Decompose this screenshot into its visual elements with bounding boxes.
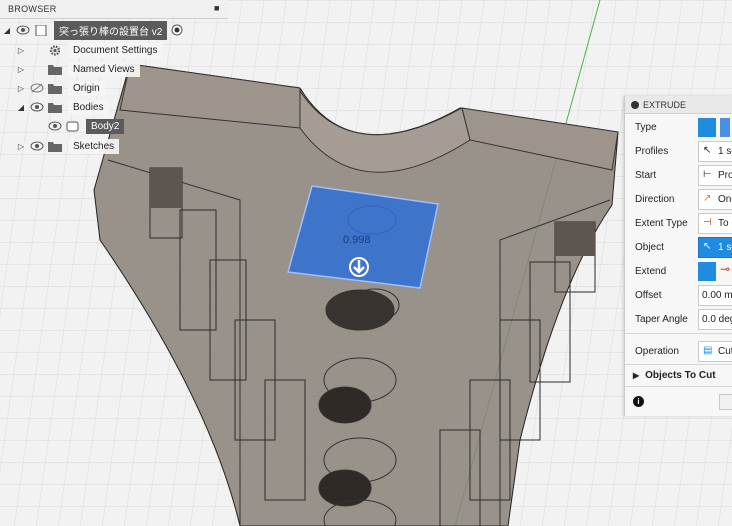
eye-icon[interactable] — [48, 121, 62, 131]
profiles-select[interactable]: ↖ 1 se — [698, 140, 732, 162]
extrude-title: EXTRUDE — [643, 99, 687, 110]
ok-button[interactable] — [719, 394, 732, 410]
row-label: Extend — [635, 265, 667, 277]
extrude-arrow-manipulator-icon[interactable] — [348, 256, 370, 278]
active-radio-icon[interactable] — [171, 24, 183, 36]
body-icon — [66, 121, 79, 131]
tree-item-bodies[interactable]: ◢ Bodies — [16, 99, 109, 115]
objects-to-cut-label: Objects To Cut — [645, 370, 716, 381]
offset-input[interactable]: 0.00 m — [698, 284, 732, 306]
extend-minimal-icon[interactable]: ⊸ — [720, 262, 730, 281]
row-object: Object ↖ 1 se — [625, 236, 732, 258]
tree-item-label: Body2 — [86, 118, 125, 134]
row-label: Object — [635, 241, 664, 253]
row-type: Type — [625, 116, 732, 138]
expand-down-icon[interactable]: ◢ — [2, 26, 12, 35]
tree-item-label: Document Settings — [68, 42, 163, 58]
offset-value: 0.00 m — [702, 289, 732, 301]
row-label: Taper Angle — [635, 313, 688, 325]
tree-item-named-views[interactable]: ▷ Named Views — [16, 61, 140, 77]
extend-options[interactable]: ⊸ — [698, 261, 732, 281]
browser-title: BROWSER — [8, 4, 57, 14]
document-name: 突っ張り棒の設置台 v2 — [54, 20, 168, 40]
row-offset: Offset 0.00 m — [625, 284, 732, 306]
row-extend: Extend ⊸ — [625, 260, 732, 282]
stop-icon[interactable] — [631, 100, 639, 109]
cursor-icon: ↖ — [703, 241, 712, 252]
tree-item-document-settings[interactable]: ▷ Document Settings — [16, 42, 163, 58]
tree-item-label: Bodies — [68, 99, 109, 115]
row-direction: Direction ↗ One — [625, 188, 732, 210]
direction-dropdown[interactable]: ↗ One — [698, 188, 732, 210]
tree-item-sketches[interactable]: ▷ Sketches — [16, 138, 120, 154]
divider — [625, 364, 732, 365]
start-value: Prof — [718, 169, 732, 181]
expand-down-icon[interactable]: ◢ — [16, 103, 26, 112]
expand-right-icon[interactable]: ▷ — [16, 46, 26, 55]
eye-hidden-icon[interactable] — [30, 83, 44, 93]
extent-type-dropdown[interactable]: ⊣ To C — [698, 212, 732, 234]
cursor-icon: ↖ — [703, 145, 712, 156]
type-selector[interactable] — [698, 117, 732, 137]
extend-faces-icon[interactable] — [698, 261, 716, 281]
tree-item-label: Sketches — [68, 138, 120, 154]
expand-right-icon[interactable]: ▷ — [16, 65, 26, 74]
gear-icon — [49, 44, 61, 56]
row-label: Extent Type — [635, 217, 688, 229]
tree-root[interactable]: ◢ 突っ張り棒の設置台 v2 — [2, 20, 183, 40]
extrude-dialog: EXTRUDE Type Profiles ↖ 1 se Start ⊢ Pro… — [624, 96, 732, 416]
object-value: 1 se — [718, 241, 732, 253]
extent-type-value: To C — [718, 217, 732, 229]
row-label: Direction — [635, 193, 675, 205]
folder-icon — [48, 102, 62, 113]
row-label: Profiles — [635, 145, 669, 157]
row-taper-angle: Taper Angle 0.0 deg — [625, 308, 732, 330]
object-select[interactable]: ↖ 1 se — [698, 236, 732, 258]
collapse-icon[interactable]: ■ — [214, 4, 223, 13]
eye-icon[interactable] — [30, 141, 44, 151]
expand-right-icon[interactable]: ▷ — [16, 142, 26, 151]
taper-angle-value: 0.0 deg — [702, 313, 732, 325]
eye-icon[interactable] — [16, 25, 30, 35]
row-start: Start ⊢ Prof — [625, 164, 732, 186]
eye-icon[interactable] — [30, 102, 44, 112]
dimension-label: 0.998 — [343, 234, 371, 246]
taper-angle-input[interactable]: 0.0 deg — [698, 308, 732, 330]
cut-icon: ▤ — [703, 345, 713, 356]
objects-to-cut-toggle[interactable]: ▶ Objects To Cut — [633, 370, 716, 381]
folder-icon — [48, 83, 62, 94]
tree-item-body2[interactable]: Body2 — [34, 118, 125, 134]
tree-item-origin[interactable]: ▷ Origin — [16, 80, 105, 96]
to-object-icon: ⊣ — [703, 217, 712, 228]
start-dropdown[interactable]: ⊢ Prof — [698, 164, 732, 186]
operation-value: Cut — [718, 345, 732, 357]
row-label: Operation — [635, 345, 679, 357]
folder-icon — [48, 141, 62, 152]
row-operation: Operation ▤ Cut — [625, 340, 732, 362]
divider — [625, 386, 732, 387]
extrude-type-icon[interactable] — [698, 117, 716, 137]
direction-icon: ↗ — [703, 193, 712, 204]
browser-header: BROWSER ■ — [0, 0, 228, 19]
profiles-value: 1 se — [718, 145, 732, 157]
info-icon[interactable]: i — [633, 396, 644, 407]
profile-plane-icon: ⊢ — [703, 169, 712, 180]
divider — [625, 333, 732, 334]
thin-extrude-icon[interactable] — [720, 117, 730, 137]
tree-item-label: Origin — [68, 80, 105, 96]
direction-value: One — [718, 193, 732, 205]
row-extent-type: Extent Type ⊣ To C — [625, 212, 732, 234]
row-label: Offset — [635, 289, 662, 301]
row-label: Type — [635, 121, 657, 133]
extrude-header: EXTRUDE — [625, 96, 732, 114]
row-label: Start — [635, 169, 657, 181]
tree-item-label: Named Views — [68, 61, 140, 77]
expand-right-icon[interactable]: ▶ — [633, 371, 639, 380]
row-profiles: Profiles ↖ 1 se — [625, 140, 732, 162]
operation-dropdown[interactable]: ▤ Cut — [698, 340, 732, 362]
folder-icon — [48, 64, 62, 75]
expand-right-icon[interactable]: ▷ — [16, 84, 26, 93]
document-icon — [35, 24, 47, 36]
